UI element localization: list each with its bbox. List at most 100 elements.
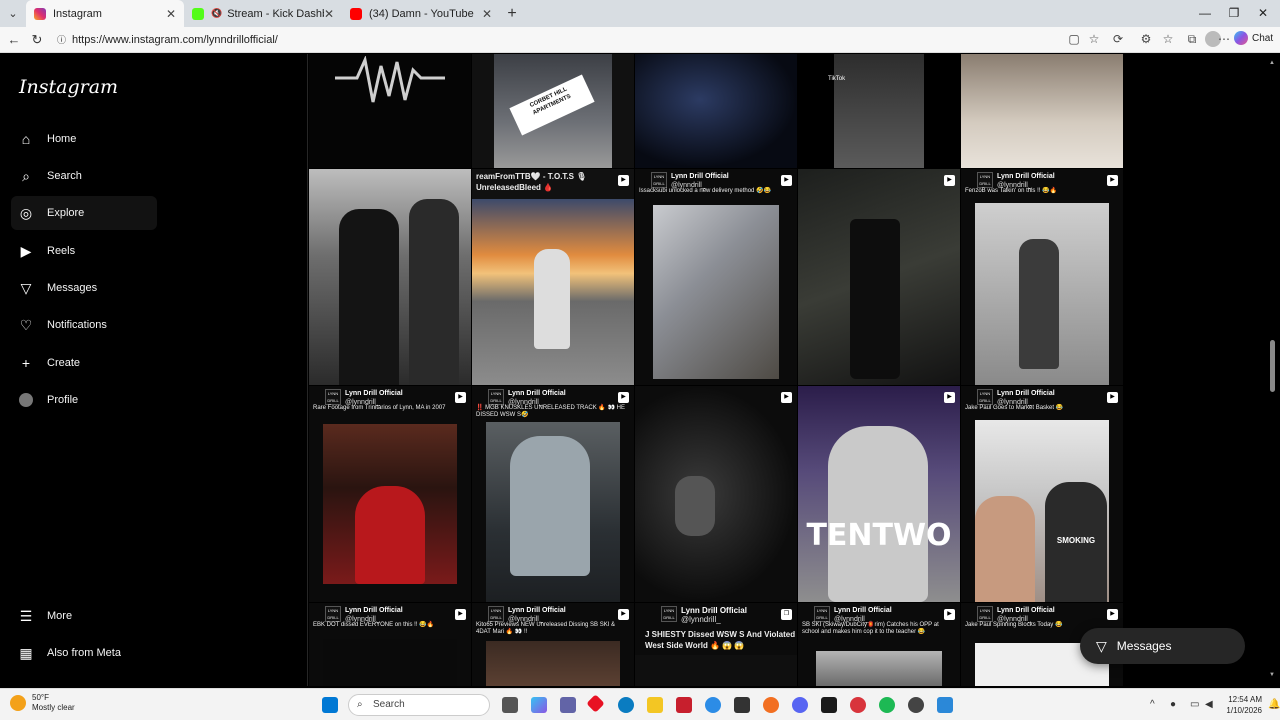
muted-speaker-icon[interactable]: 🔇 — [211, 8, 222, 19]
sidebar-item-home[interactable]: ⌂ Home — [11, 122, 157, 156]
sidebar-item-explore[interactable]: ◎ Explore — [11, 196, 157, 230]
post-tile[interactable] — [961, 54, 1123, 168]
volume-icon[interactable]: ◀ — [1205, 699, 1213, 710]
tab-title: (34) Damn - YouTube — [369, 7, 474, 20]
tab-title: Instagram — [53, 7, 102, 20]
scroll-thumb[interactable] — [1270, 340, 1275, 392]
favorites-icon[interactable]: ☆ — [1160, 31, 1176, 47]
messages-floating-button[interactable]: ▽ Messages — [1080, 628, 1245, 664]
app-icon[interactable] — [705, 697, 721, 713]
sidebar-item-label: More — [47, 610, 73, 622]
collections-icon[interactable]: ⧉ — [1184, 31, 1200, 47]
network-icon[interactable]: ▭ — [1190, 699, 1199, 710]
microphone-icon[interactable]: ● — [1170, 699, 1176, 710]
url-input[interactable]: ⓘ https://www.instagram.com/lynndrilloff… — [52, 30, 1107, 50]
sidebar-item-create[interactable]: + Create — [11, 346, 157, 380]
refresh-extension-icon[interactable]: ⟳ — [1110, 31, 1126, 47]
instagram-logo[interactable]: Instagram — [19, 76, 118, 98]
post-tile[interactable]: LYNN DRILL Lynn Drill Official @lynndrill… — [309, 603, 471, 686]
account-name: Lynn Drill Official — [997, 390, 1055, 397]
post-tile[interactable]: CORBET HILL APARTMENTS — [472, 54, 634, 168]
scroll-down-icon[interactable]: ▼ — [1269, 672, 1275, 678]
edge-icon[interactable] — [618, 697, 634, 713]
store-icon[interactable] — [734, 697, 750, 713]
sidebar-item-label: Also from Meta — [47, 647, 121, 659]
tab-actions-button[interactable]: ⌄ — [0, 0, 26, 27]
close-window-button[interactable]: ✕ — [1246, 0, 1280, 27]
page-scrollbar[interactable]: ▲ ▼ — [1267, 54, 1279, 686]
browser-tab-bar: ⌄ Instagram ✕ 🔇 Stream - Kick Dashboard … — [0, 0, 1280, 27]
post-tile[interactable]: TENTWO ▶ — [798, 386, 960, 602]
post-tile[interactable] — [635, 54, 797, 168]
tab-title: Stream - Kick Dashboard — [227, 7, 324, 20]
post-tile[interactable]: LYNN DRILL Lynn Drill Official @lynndrill… — [635, 603, 797, 686]
app-icon[interactable] — [586, 694, 605, 713]
app-icon[interactable] — [850, 697, 866, 713]
post-tile[interactable]: LYNN DRILL Lynn Drill Official @lynndrill… — [961, 169, 1123, 385]
file-explorer-icon[interactable] — [647, 697, 663, 713]
post-tile[interactable] — [309, 169, 471, 385]
notifications-bell-icon[interactable]: 🔔 — [1268, 699, 1280, 710]
person-figure — [339, 209, 399, 385]
windows-start-icon[interactable] — [322, 697, 338, 713]
messages-label: Messages — [1116, 639, 1172, 653]
post-tile[interactable]: reamFromTTB🤍 - T.O.T.S 🎙 UnreleasedBleed… — [472, 169, 634, 385]
weather-widget[interactable]: 50°F Mostly clear — [10, 693, 75, 713]
tab-kick[interactable]: 🔇 Stream - Kick Dashboard ✕ — [184, 0, 342, 27]
post-tile[interactable] — [309, 54, 471, 168]
post-tile[interactable]: LYNN DRILL Lynn Drill Official @lynndrill… — [472, 603, 634, 686]
youtube-favicon-icon — [350, 7, 362, 20]
favorite-star-icon[interactable]: ☆ — [1086, 31, 1102, 47]
post-tile[interactable]: LYNN DRILL Lynn Drill Official @lynndrill… — [472, 386, 634, 602]
post-tile[interactable]: TikTok — [798, 54, 960, 168]
post-tile[interactable]: LYNN DRILL Lynn Drill Official @lynndrill… — [798, 603, 960, 686]
sidebar-item-profile[interactable]: Profile — [11, 383, 157, 417]
sidebar-item-notifications[interactable]: ♡ Notifications — [11, 308, 157, 342]
sidebar-item-messages[interactable]: ▽ Messages — [11, 271, 157, 305]
post-header: Lynn Drill Official @lynndrill_ — [635, 169, 797, 201]
sidebar-item-reels[interactable]: ▶ Reels — [11, 234, 157, 268]
copilot-taskbar-icon[interactable] — [531, 697, 547, 713]
search-icon: ⌕ — [22, 167, 30, 184]
clock[interactable]: 12:54 AM 1/10/2026 — [1222, 694, 1262, 716]
app-icon[interactable] — [937, 697, 953, 713]
post-image — [635, 54, 797, 168]
show-hidden-icons-icon[interactable]: ^ — [1150, 699, 1155, 710]
teams-icon[interactable] — [560, 697, 576, 713]
app-icon[interactable] — [821, 697, 837, 713]
back-arrow-icon[interactable]: ← — [2, 32, 26, 47]
sidebar-item-more[interactable]: ☰ More — [11, 599, 157, 633]
scroll-up-icon[interactable]: ▲ — [1269, 60, 1275, 66]
spotify-icon[interactable] — [879, 697, 895, 713]
post-tile[interactable]: LYNN DRILL Lynn Drill Official @lynndrill… — [309, 386, 471, 602]
account-name: Lynn Drill Official — [345, 390, 403, 397]
reload-icon[interactable]: ↻ — [25, 32, 49, 48]
new-tab-button[interactable]: + — [500, 5, 524, 23]
post-tile[interactable]: LYNN DRILL Lynn Drill Official @lynndrill… — [961, 386, 1123, 602]
sidebar-item-label: Profile — [47, 394, 79, 406]
tab-instagram[interactable]: Instagram ✕ — [26, 0, 184, 27]
taskbar-search-input[interactable]: ⌕ Search — [348, 694, 490, 716]
split-screen-icon[interactable]: ▢ — [1066, 31, 1082, 47]
app-icon[interactable] — [908, 697, 924, 713]
app-icon[interactable] — [763, 697, 779, 713]
post-tile[interactable]: ▶ — [798, 169, 960, 385]
video-icon: ▶ — [455, 392, 466, 403]
close-tab-icon[interactable]: ✕ — [324, 7, 334, 21]
sidebar-item-search[interactable]: ⌕ Search — [11, 159, 157, 193]
copilot-chat-button[interactable]: Chat — [1234, 31, 1273, 45]
site-info-icon[interactable]: ⓘ — [57, 30, 66, 50]
post-caption: ‼️ MGB KNUSKLES UNRELEASED TRACK 🔥 👀 HE … — [476, 405, 626, 418]
app-icon[interactable] — [676, 697, 692, 713]
close-tab-icon[interactable]: ✕ — [482, 7, 492, 21]
tab-youtube[interactable]: (34) Damn - YouTube ✕ — [342, 0, 500, 27]
taskbar-search-placeholder: Search — [373, 699, 405, 710]
close-tab-icon[interactable]: ✕ — [166, 7, 176, 21]
post-tile[interactable]: LYNN DRILL Lynn Drill Official @lynndrill… — [635, 169, 797, 385]
post-tile[interactable]: ▶ — [635, 386, 797, 602]
task-view-icon[interactable] — [502, 697, 518, 713]
discord-icon[interactable] — [792, 697, 808, 713]
extensions-icon[interactable]: ⚙ — [1138, 31, 1154, 47]
sidebar-item-also-from-meta[interactable]: ▦ Also from Meta — [11, 636, 157, 670]
settings-menu-icon[interactable]: ⋯ — [1216, 31, 1232, 47]
